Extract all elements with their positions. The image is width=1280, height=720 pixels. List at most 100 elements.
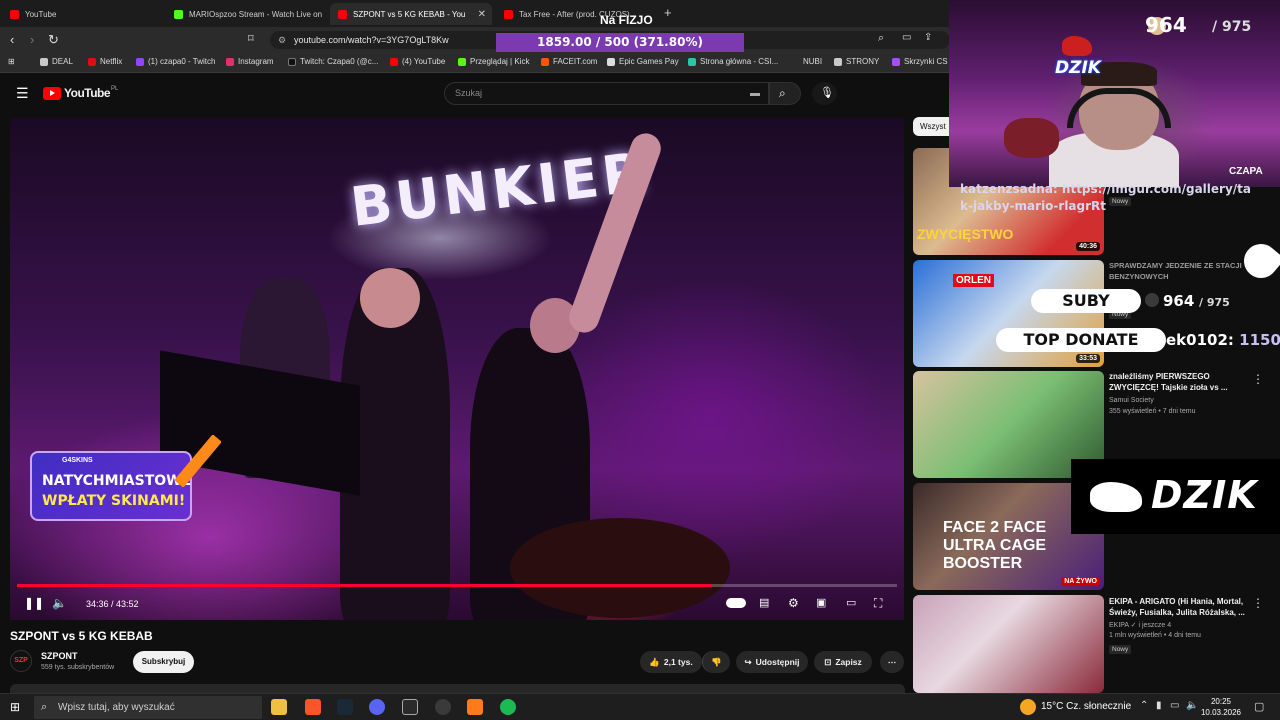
channel-name[interactable]: SZPONT — [41, 651, 78, 661]
share-button[interactable]: ↪ Udostępnij — [736, 651, 808, 673]
bookmark-item[interactable]: (1) czapa0 - Twitch — [136, 57, 215, 66]
bookmark-item[interactable]: FACEIT.com — [541, 57, 597, 66]
spotify-icon[interactable] — [500, 699, 516, 715]
zoom-icon[interactable]: ⌕ — [878, 32, 884, 45]
recommendation-title[interactable]: EKIPA - ARIGATO (Hi Hania, Mortal, Śwież… — [1109, 596, 1249, 618]
recommendation-channel[interactable]: EKIPA ✓ i jeszcze 4 — [1109, 621, 1171, 629]
chip-all[interactable]: Wszyst — [913, 117, 949, 136]
epic-games-icon[interactable] — [402, 699, 418, 715]
share-arrow-icon: ↪ — [744, 656, 752, 667]
faceit-icon[interactable] — [467, 699, 483, 715]
site-info-icon[interactable]: ⚙ — [278, 31, 286, 49]
file-explorer-icon[interactable] — [271, 699, 287, 715]
recommendation-thumbnail[interactable] — [913, 595, 1104, 693]
bookmark-item[interactable]: Twitch: Czapa0 (@c... — [288, 57, 378, 66]
video-duration: 40:36 — [1076, 242, 1100, 251]
menu-icon[interactable]: ☰ — [16, 85, 29, 102]
clock-date[interactable]: 10.03.2026 — [1200, 708, 1242, 717]
bookmark-item[interactable]: Instagram — [226, 57, 274, 66]
subs-goal: / 975 — [1199, 296, 1230, 309]
bookmark-item[interactable]: Epic Games Pay — [607, 57, 679, 66]
video-player[interactable]: BUNKIER G4SKINS NATYCHMIASTOWE WPŁATY SK… — [10, 118, 904, 620]
keyboard-icon[interactable]: ▬ — [750, 83, 760, 104]
dislike-button[interactable]: 👎 — [702, 651, 730, 673]
progress-fill — [17, 584, 712, 587]
top-donate-label-pill: TOP DONATE — [996, 328, 1166, 352]
logo-region: PL — [111, 86, 119, 92]
bookmark-item[interactable]: NUBI — [803, 57, 822, 66]
subtitles-icon[interactable]: ▤ — [759, 596, 769, 609]
apps-icon[interactable]: ⊞ — [8, 57, 15, 66]
more-actions-button[interactable]: ⋯ — [880, 651, 904, 673]
bookmark-icon[interactable]: ⌑ — [248, 32, 254, 45]
bookmark-item[interactable]: DEAL — [40, 57, 73, 66]
bookmark-item[interactable]: (4) YouTube — [390, 57, 445, 66]
search-button[interactable]: ⌕ — [769, 82, 801, 105]
search-placeholder: Szukaj — [455, 88, 483, 98]
youtube-favicon-icon — [504, 9, 513, 19]
speaker-icon[interactable]: 🔈 — [1186, 700, 1198, 711]
cast-icon[interactable]: ▭ — [902, 32, 911, 43]
search-input[interactable]: Szukaj ▬ — [444, 82, 769, 105]
subscribe-button[interactable]: Subskrybuj — [133, 651, 194, 673]
more-options-icon[interactable]: ⋮ — [1252, 372, 1264, 386]
goal-title: Na FIZJO — [600, 13, 653, 27]
youtube-logo[interactable]: YouTube PL — [43, 86, 118, 100]
tab-szpont-video[interactable]: SZPONT vs 5 KG KEBAB - You ✕ — [330, 3, 492, 25]
taskbar-search-placeholder: Wpisz tutaj, aby wyszukać — [58, 702, 175, 713]
recommendation-channel[interactable]: Samui Society — [1109, 397, 1154, 404]
mic-tray-icon[interactable]: ▮ — [1156, 700, 1162, 711]
logo-text: YouTube — [64, 86, 111, 100]
clock-time[interactable]: 20:25 — [1204, 697, 1238, 706]
save-button[interactable]: ⊡ Zapisz — [814, 651, 872, 673]
tab-youtube[interactable]: YouTube — [2, 3, 162, 25]
youtube-header: ☰ YouTube PL Szukaj ▬ ⌕ 🎙 — [0, 74, 950, 112]
miniplayer-icon[interactable]: ▣ — [816, 596, 826, 609]
tab-kick[interactable]: MARIOspzoo Stream - Watch Live on — [166, 3, 326, 25]
network-icon[interactable]: ▭ — [1170, 700, 1179, 711]
reload-icon[interactable]: ↻ — [48, 32, 59, 48]
settings-icon[interactable]: ⚙ — [788, 596, 799, 610]
sub-avatar-icon — [1145, 293, 1159, 307]
pause-icon[interactable]: ❚❚ — [24, 596, 44, 610]
description-box[interactable] — [10, 684, 905, 693]
url-text: youtube.com/watch?v=3YG7OgLT8Kw — [294, 35, 449, 45]
kick-favicon-icon — [174, 9, 183, 19]
tray-chevron-icon[interactable]: ⌃ — [1140, 700, 1148, 711]
close-tab-icon[interactable]: ✕ — [478, 9, 486, 20]
cast-icon[interactable]: ▭ — [846, 596, 856, 609]
bookmark-label: Netflix — [100, 57, 123, 66]
autoplay-toggle[interactable] — [726, 598, 746, 608]
channel-avatar[interactable]: SZP — [10, 650, 32, 672]
bookmark-item[interactable]: Strona główna - CSI... — [688, 57, 778, 66]
subs-label-pill: SUBY — [1031, 289, 1141, 313]
notifications-icon[interactable]: ▢ — [1254, 700, 1264, 713]
recommendation-title[interactable]: SPRAWDZAMY JEDZENIE ZE STACJI BENZYNOWYC… — [1109, 260, 1249, 282]
taskbar-search-input[interactable]: ⌕ Wpisz tutaj, aby wyszukać — [34, 696, 262, 719]
singer-face — [360, 268, 420, 328]
like-button[interactable]: 👍 2,1 tys. — [640, 651, 702, 673]
share-icon[interactable]: ⇪ — [924, 32, 932, 43]
discord-icon[interactable] — [369, 699, 385, 715]
recommendation-title[interactable]: znaleźliśmy PIERWSZEGO ZWYCIĘZCĘ! Tajski… — [1109, 371, 1249, 393]
bookmark-item[interactable]: Przeglądaj | Kick — [458, 57, 529, 66]
back-icon[interactable]: ‹ — [10, 32, 14, 47]
steam-icon[interactable] — [337, 699, 353, 715]
weather-text[interactable]: 15°C Cz. słonecznie — [1041, 701, 1131, 712]
search-icon: ⌕ — [779, 86, 786, 100]
bookmark-label: DEAL — [52, 57, 73, 66]
obs-icon[interactable] — [435, 699, 451, 715]
more-options-icon[interactable]: ⋮ — [1252, 596, 1264, 610]
bookmark-item[interactable]: Netflix — [88, 57, 122, 66]
new-tab-icon[interactable]: + — [664, 5, 672, 20]
progress-bar[interactable] — [17, 584, 897, 587]
volume-icon[interactable]: 🔈 — [52, 596, 67, 610]
time-display: 34:36 / 43:52 — [86, 599, 139, 609]
fullscreen-icon[interactable]: ⛶ — [874, 596, 882, 611]
bookmark-folder[interactable]: STRONY — [834, 57, 879, 66]
voice-search-button[interactable]: 🎙 — [812, 82, 837, 105]
forward-icon[interactable]: › — [30, 32, 34, 47]
brave-browser-icon[interactable] — [305, 699, 321, 715]
bookmark-item[interactable]: Skrzynki CS — [892, 57, 948, 66]
windows-start-icon[interactable]: ⊞ — [10, 700, 20, 714]
